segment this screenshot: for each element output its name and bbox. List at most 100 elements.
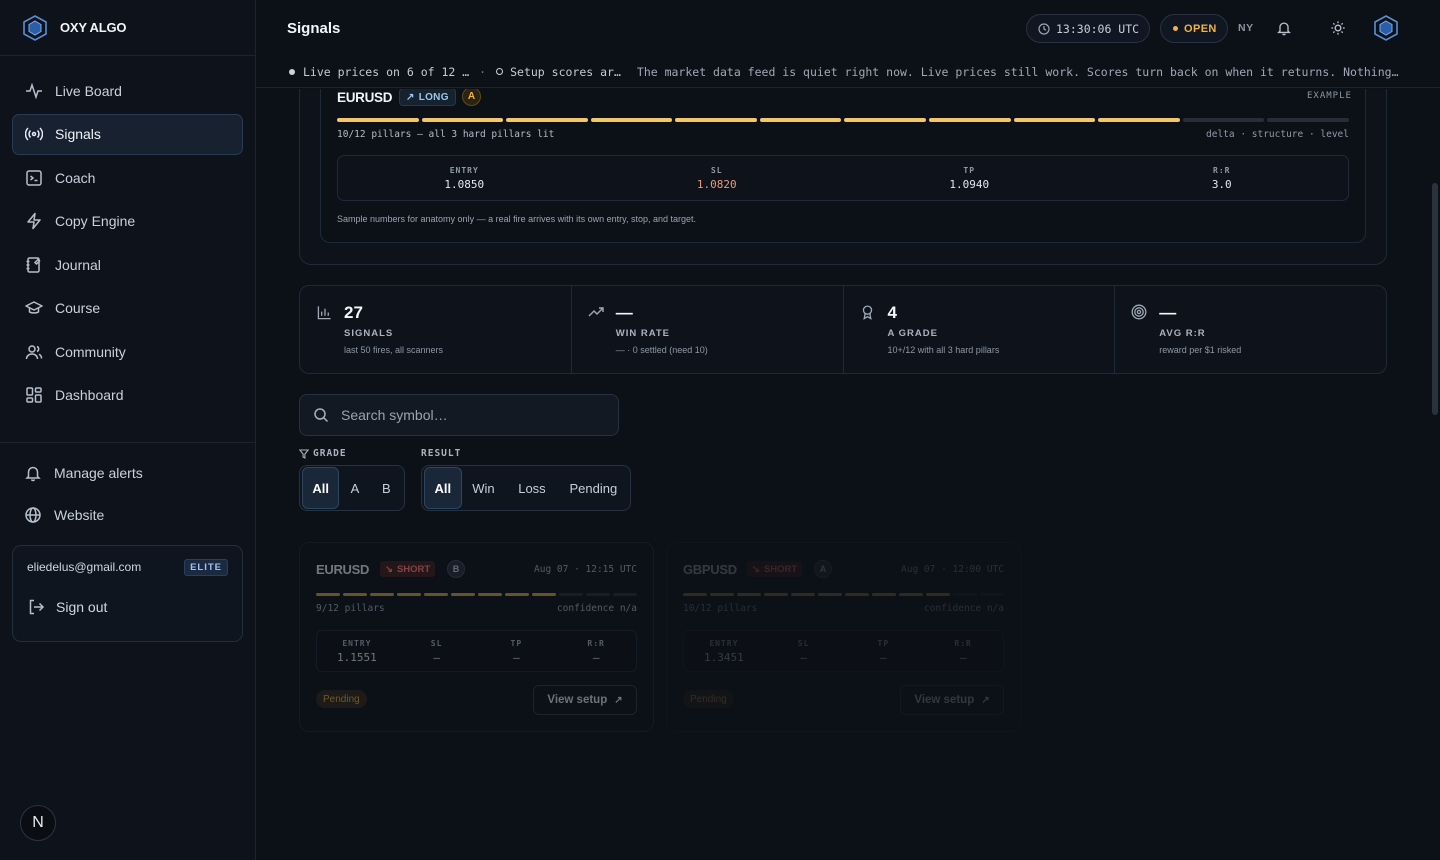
target-icon xyxy=(1131,304,1147,320)
rr-value: — xyxy=(959,650,967,664)
live-prices-status: Live prices on 6 of 12 … xyxy=(303,64,470,79)
tp-level: TP — xyxy=(477,631,557,671)
sl-value: — xyxy=(433,650,440,664)
symbol-search xyxy=(299,394,619,436)
brand[interactable]: OXY ALGO xyxy=(0,0,255,56)
filter-icon xyxy=(299,448,309,459)
main-nav: Live Board Signals Coach Copy Engine Jou… xyxy=(0,56,255,416)
view-setup-button[interactable]: View setup ↗ xyxy=(900,685,1004,715)
pillar-progress xyxy=(316,593,637,596)
sidebar-item-label: Signals xyxy=(55,126,101,142)
sidebar-item-coach[interactable]: Coach xyxy=(12,157,243,198)
arrow-up-right-icon: ↗ xyxy=(406,91,415,103)
sign-out-button[interactable]: Sign out xyxy=(27,598,107,616)
result-option-loss[interactable]: Loss xyxy=(505,467,558,509)
signal-card[interactable]: GBPUSD ↘ SHORT A Aug 07 · 12:00 UTC 10/12… xyxy=(666,542,1021,732)
grade-option-a[interactable]: A xyxy=(339,467,370,509)
pillar-segment xyxy=(791,593,815,596)
sun-icon[interactable] xyxy=(1327,17,1349,39)
sidebar: OXY ALGO Live Board Signals Coach Copy E… xyxy=(0,0,256,860)
users-icon xyxy=(25,343,43,361)
sidebar-item-dashboard[interactable]: Dashboard xyxy=(12,375,243,416)
pillar-segment xyxy=(1098,118,1180,122)
pillar-segment xyxy=(899,593,923,596)
sidebar-item-label: Live Board xyxy=(55,82,122,99)
pillar-segment xyxy=(590,118,673,122)
signal-time: Aug 07 · 12:15 UTC xyxy=(534,564,637,575)
sl-value: — xyxy=(800,650,807,664)
pillars-summary: 10/12 pillars xyxy=(683,603,758,614)
sidebar-item-live-board[interactable]: Live Board xyxy=(12,70,243,111)
search-input[interactable] xyxy=(341,407,601,423)
tp-label: TP xyxy=(510,638,523,648)
setup-scores-status: Setup scores ar… xyxy=(510,64,621,79)
rr-label: R:R xyxy=(1213,165,1231,175)
sidebar-item-manage-alerts[interactable]: Manage alerts xyxy=(12,452,244,493)
hexagon-logo-icon[interactable] xyxy=(1372,14,1399,41)
sidebar-item-signals[interactable]: Signals xyxy=(12,113,243,155)
example-symbol: EURUSD xyxy=(337,90,393,105)
trade-levels: ENTRY 1.3451 SL — TP — R:R — xyxy=(683,630,1004,672)
pillar-segment xyxy=(1182,118,1265,122)
entry-label: ENTRY xyxy=(449,165,479,175)
brand-name: OXY ALGO xyxy=(60,20,127,35)
stat-value: — xyxy=(1159,303,1177,322)
sl-value: 1.0820 xyxy=(696,177,737,191)
pillar-segment xyxy=(586,593,610,596)
broadcast-icon xyxy=(25,125,43,143)
pillar-segment xyxy=(505,593,529,596)
sidebar-item-course[interactable]: Course xyxy=(12,288,243,329)
direction-badge: ↗ LONG xyxy=(399,89,456,106)
pillar-segment xyxy=(478,593,502,596)
pillar-segment xyxy=(370,593,394,596)
grade-badge: A xyxy=(814,560,832,578)
pillar-segment xyxy=(1267,118,1349,122)
bell-icon[interactable] xyxy=(1273,17,1295,39)
view-setup-button[interactable]: View setup ↗ xyxy=(533,685,637,715)
tp-label: TP xyxy=(877,638,890,648)
entry-value: 1.1551 xyxy=(337,650,377,664)
pillar-segment xyxy=(683,593,707,596)
stat-a-grade: 4 A GRADE 10+/12 with all 3 hard pillars xyxy=(844,286,1116,373)
rr-level: R:R — xyxy=(923,631,1003,671)
pillar-segment xyxy=(845,593,869,596)
graduation-cap-icon xyxy=(25,299,43,317)
result-option-all[interactable]: All xyxy=(424,467,462,509)
grade-filter-label: GRADE xyxy=(299,448,347,459)
result-option-win[interactable]: Win xyxy=(462,467,506,509)
user-email: eliedelus@gmail.com xyxy=(27,560,142,574)
sidebar-item-website[interactable]: Website xyxy=(12,494,244,535)
grade-option-b[interactable]: B xyxy=(371,467,402,509)
sl-label: SL xyxy=(710,165,723,175)
tier-badge: ELITE xyxy=(184,559,228,576)
sl-label: SL xyxy=(430,638,443,648)
pillar-segment xyxy=(926,593,950,596)
rr-level: R:R — xyxy=(556,631,636,671)
pillar-segment xyxy=(559,593,583,596)
session-status-badge: OPEN xyxy=(1160,14,1228,43)
trade-levels: ENTRY 1.0850 SL 1.0820 TP 1.0940 R:R 3.0 xyxy=(337,155,1349,201)
result-filter-text: RESULT xyxy=(421,448,462,459)
page-scrollbar[interactable] xyxy=(1432,183,1438,415)
trade-levels: ENTRY 1.1551 SL — TP — R:R — xyxy=(316,630,637,672)
tp-value: 1.0940 xyxy=(949,177,990,191)
log-out-icon xyxy=(27,598,45,616)
sidebar-item-label: Dashboard xyxy=(55,387,124,403)
pillar-segment xyxy=(421,118,504,122)
signal-card[interactable]: EURUSD ↘ SHORT B Aug 07 · 12:15 UTC 9/12 … xyxy=(299,542,654,732)
sidebar-item-copy-engine[interactable]: Copy Engine xyxy=(12,201,243,242)
pillar-segment xyxy=(506,118,588,122)
award-icon xyxy=(860,304,876,320)
pillar-segment xyxy=(764,593,788,596)
grade-option-all[interactable]: All xyxy=(302,467,340,509)
n-badge-button[interactable]: N xyxy=(20,805,56,841)
user-card: eliedelus@gmail.com ELITE Sign out xyxy=(12,545,243,642)
pulse-icon xyxy=(25,82,43,100)
result-option-pending[interactable]: Pending xyxy=(559,467,628,509)
tp-label: TP xyxy=(963,165,976,175)
sidebar-item-community[interactable]: Community xyxy=(12,331,243,372)
stat-win-rate: — WIN RATE — · 0 settled (need 10) xyxy=(572,286,844,373)
sidebar-item-journal[interactable]: Journal xyxy=(12,244,243,285)
pillar-segment xyxy=(1013,118,1096,122)
pillars-summary: 9/12 pillars xyxy=(316,603,385,614)
